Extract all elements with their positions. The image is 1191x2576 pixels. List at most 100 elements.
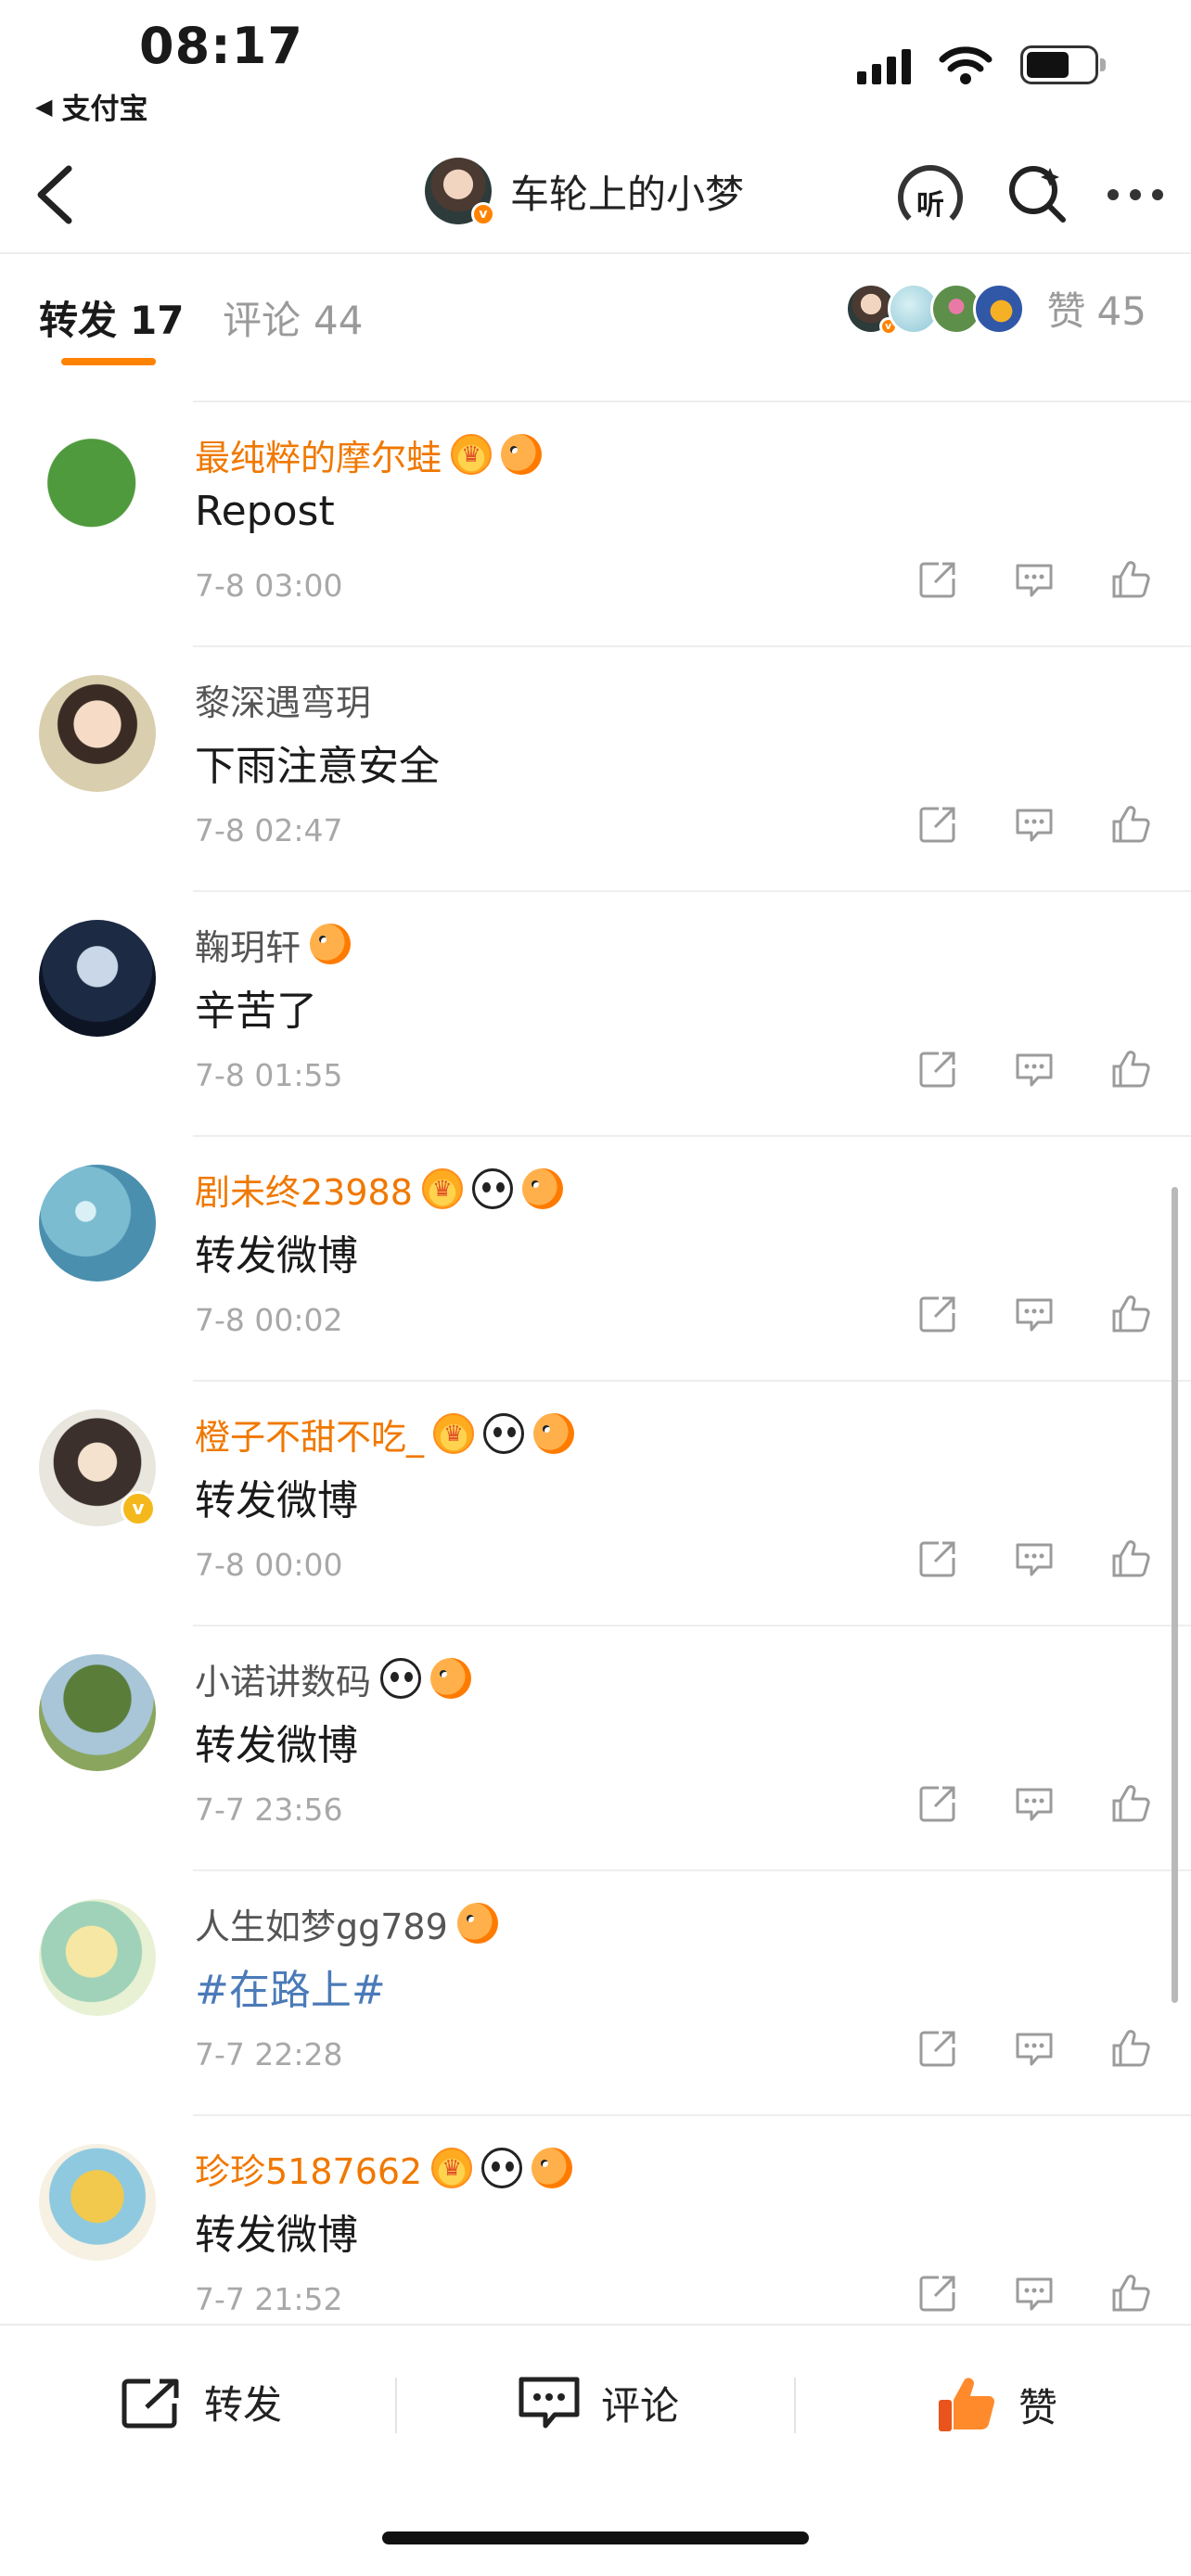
share-icon[interactable]	[916, 2272, 959, 2315]
user-avatar[interactable]	[39, 430, 156, 547]
author-header[interactable]: v 车轮上的小梦	[425, 158, 744, 226]
like-button-label: 赞	[1018, 2384, 1058, 2430]
scrollbar[interactable]	[1172, 1187, 1178, 2003]
share-icon[interactable]	[916, 803, 959, 846]
user-name[interactable]: 最纯粹的摩尔蛙	[195, 429, 442, 480]
like-thumb-icon[interactable]	[1109, 803, 1152, 846]
verified-badge-icon: v	[121, 1491, 156, 1526]
repost-item[interactable]: 人生如梦gg789 #在路上# 7-7 22:28	[0, 1871, 1191, 2116]
user-avatar[interactable]	[39, 1899, 156, 2016]
tab-comment-count: 44	[314, 298, 364, 343]
back-to-app-link[interactable]: ◀ 支付宝	[35, 85, 147, 127]
like-thumb-icon[interactable]	[1109, 1293, 1152, 1335]
tab-comment[interactable]: 评论 44	[223, 289, 363, 346]
share-icon[interactable]	[916, 1293, 959, 1335]
repost-item[interactable]: 小诺讲数码 转发微博 7-7 23:56	[0, 1626, 1191, 1871]
tab-like-label: 赞	[1046, 288, 1086, 334]
repost-text: 辛苦了	[195, 988, 317, 1035]
repost-actions	[916, 1293, 1152, 1335]
crown-badge-icon	[431, 2148, 473, 2188]
repost-item[interactable]: v 橙子不甜不吃_ 转发微博 7-8 00:00	[0, 1382, 1191, 1626]
repost-time: 7-8 01:55	[195, 1057, 343, 1093]
user-name[interactable]: 小诺讲数码	[195, 1653, 371, 1704]
user-name[interactable]: 黎深遇弯玥	[195, 674, 371, 725]
repost-item[interactable]: 最纯粹的摩尔蛙 Repost 7-8 03:00	[0, 402, 1191, 647]
repost-text: Repost	[195, 488, 335, 535]
fish-badge-icon	[456, 1903, 498, 1944]
tab-repost[interactable]: 转发 17	[39, 289, 184, 346]
like-button[interactable]: 赞	[935, 2374, 1057, 2435]
comment-icon[interactable]	[1013, 1537, 1056, 1580]
back-chevron-icon[interactable]	[28, 158, 83, 232]
fish-badge-icon	[521, 1168, 563, 1209]
more-options-icon[interactable]	[1108, 189, 1163, 200]
author-avatar[interactable]: v	[425, 158, 495, 226]
share-icon[interactable]	[916, 1048, 959, 1090]
author-name[interactable]: 车轮上的小梦	[510, 163, 744, 220]
comment-icon[interactable]	[1013, 803, 1056, 846]
repost-text: 转发微博	[195, 1477, 358, 1524]
like-thumb-icon[interactable]	[1109, 2272, 1152, 2315]
repost-actions	[916, 803, 1152, 846]
user-avatar[interactable]	[39, 2144, 156, 2261]
user-name[interactable]: 人生如梦gg789	[195, 1898, 448, 1949]
search-icon[interactable]	[1005, 162, 1070, 227]
comment-icon[interactable]	[1013, 2027, 1056, 2070]
repost-actions	[916, 558, 1152, 601]
user-avatar[interactable]	[39, 920, 156, 1037]
like-thumb-icon[interactable]	[1109, 2027, 1152, 2070]
like-thumb-icon[interactable]	[1109, 1782, 1152, 1825]
repost-item[interactable]: 鞠玥轩 辛苦了 7-8 01:55	[0, 892, 1191, 1137]
comment-icon[interactable]	[1013, 558, 1056, 601]
comment-icon[interactable]	[1013, 2272, 1056, 2315]
comment-button-label: 评论	[601, 2382, 680, 2429]
repost-text: 转发微博	[195, 1232, 358, 1280]
crown-badge-icon	[433, 1413, 475, 1454]
fish-badge-icon	[501, 434, 543, 475]
repost-actions	[916, 1048, 1152, 1090]
listen-label: 听	[916, 189, 944, 222]
topic-hashtag-link[interactable]: #在路上#	[195, 1957, 386, 2016]
repost-actions	[916, 2027, 1152, 2070]
share-icon[interactable]	[916, 2027, 959, 2070]
user-name[interactable]: 珍珍5187662	[195, 2143, 422, 2194]
tab-likes[interactable]: v 赞 45	[844, 280, 1146, 337]
comment-icon[interactable]	[1013, 1293, 1056, 1335]
user-avatar[interactable]	[39, 1165, 156, 1282]
user-name[interactable]: 鞠玥轩	[195, 919, 301, 970]
user-name[interactable]: 橙子不甜不吃_	[195, 1409, 424, 1460]
home-indicator[interactable]	[382, 2531, 809, 2544]
like-thumb-icon	[939, 2378, 995, 2431]
battery-icon	[1020, 45, 1106, 84]
repost-button[interactable]: 转发	[121, 2374, 282, 2430]
fish-badge-icon	[533, 1413, 575, 1454]
status-time: 08:17	[139, 17, 303, 75]
comment-icon[interactable]	[1013, 1048, 1056, 1090]
like-thumb-icon[interactable]	[1109, 1537, 1152, 1580]
user-avatar[interactable]: v	[39, 1409, 156, 1526]
repost-item[interactable]: 珍珍5187662 转发微博 7-7 21:52	[0, 2116, 1191, 2324]
share-icon[interactable]	[916, 558, 959, 601]
repost-item[interactable]: 剧未终23988 转发微博 7-8 00:02	[0, 1137, 1191, 1382]
verified-badge-icon: v	[471, 202, 495, 226]
share-icon	[122, 2378, 179, 2428]
panda-badge-icon	[380, 1658, 422, 1699]
listen-headphones-icon[interactable]: 听	[892, 159, 968, 230]
like-thumb-icon[interactable]	[1109, 1048, 1152, 1090]
nav-bar: v 车轮上的小梦 听	[0, 139, 1191, 250]
like-thumb-icon[interactable]	[1109, 558, 1152, 601]
user-avatar[interactable]	[39, 675, 156, 792]
fish-badge-icon	[310, 924, 352, 964]
user-avatar[interactable]	[39, 1654, 156, 1771]
comment-button[interactable]: 评论	[518, 2374, 679, 2431]
repost-time: 7-7 21:52	[195, 2281, 343, 2317]
repost-actions	[916, 2272, 1152, 2315]
share-icon[interactable]	[916, 1782, 959, 1825]
repost-item[interactable]: 黎深遇弯玥 下雨注意安全 7-8 02:47	[0, 647, 1191, 892]
comment-icon[interactable]	[1013, 1782, 1056, 1825]
repost-time: 7-8 03:00	[195, 567, 343, 604]
bottom-action-bar: 转发 评论 赞	[0, 2324, 1191, 2576]
user-name[interactable]: 剧未终23988	[195, 1164, 413, 1215]
weibo-repost-page: 08:17 ◀ 支付宝 v 车轮上的小梦 听 转发 17 评论 44 v 赞 4…	[0, 0, 1191, 2576]
share-icon[interactable]	[916, 1537, 959, 1580]
